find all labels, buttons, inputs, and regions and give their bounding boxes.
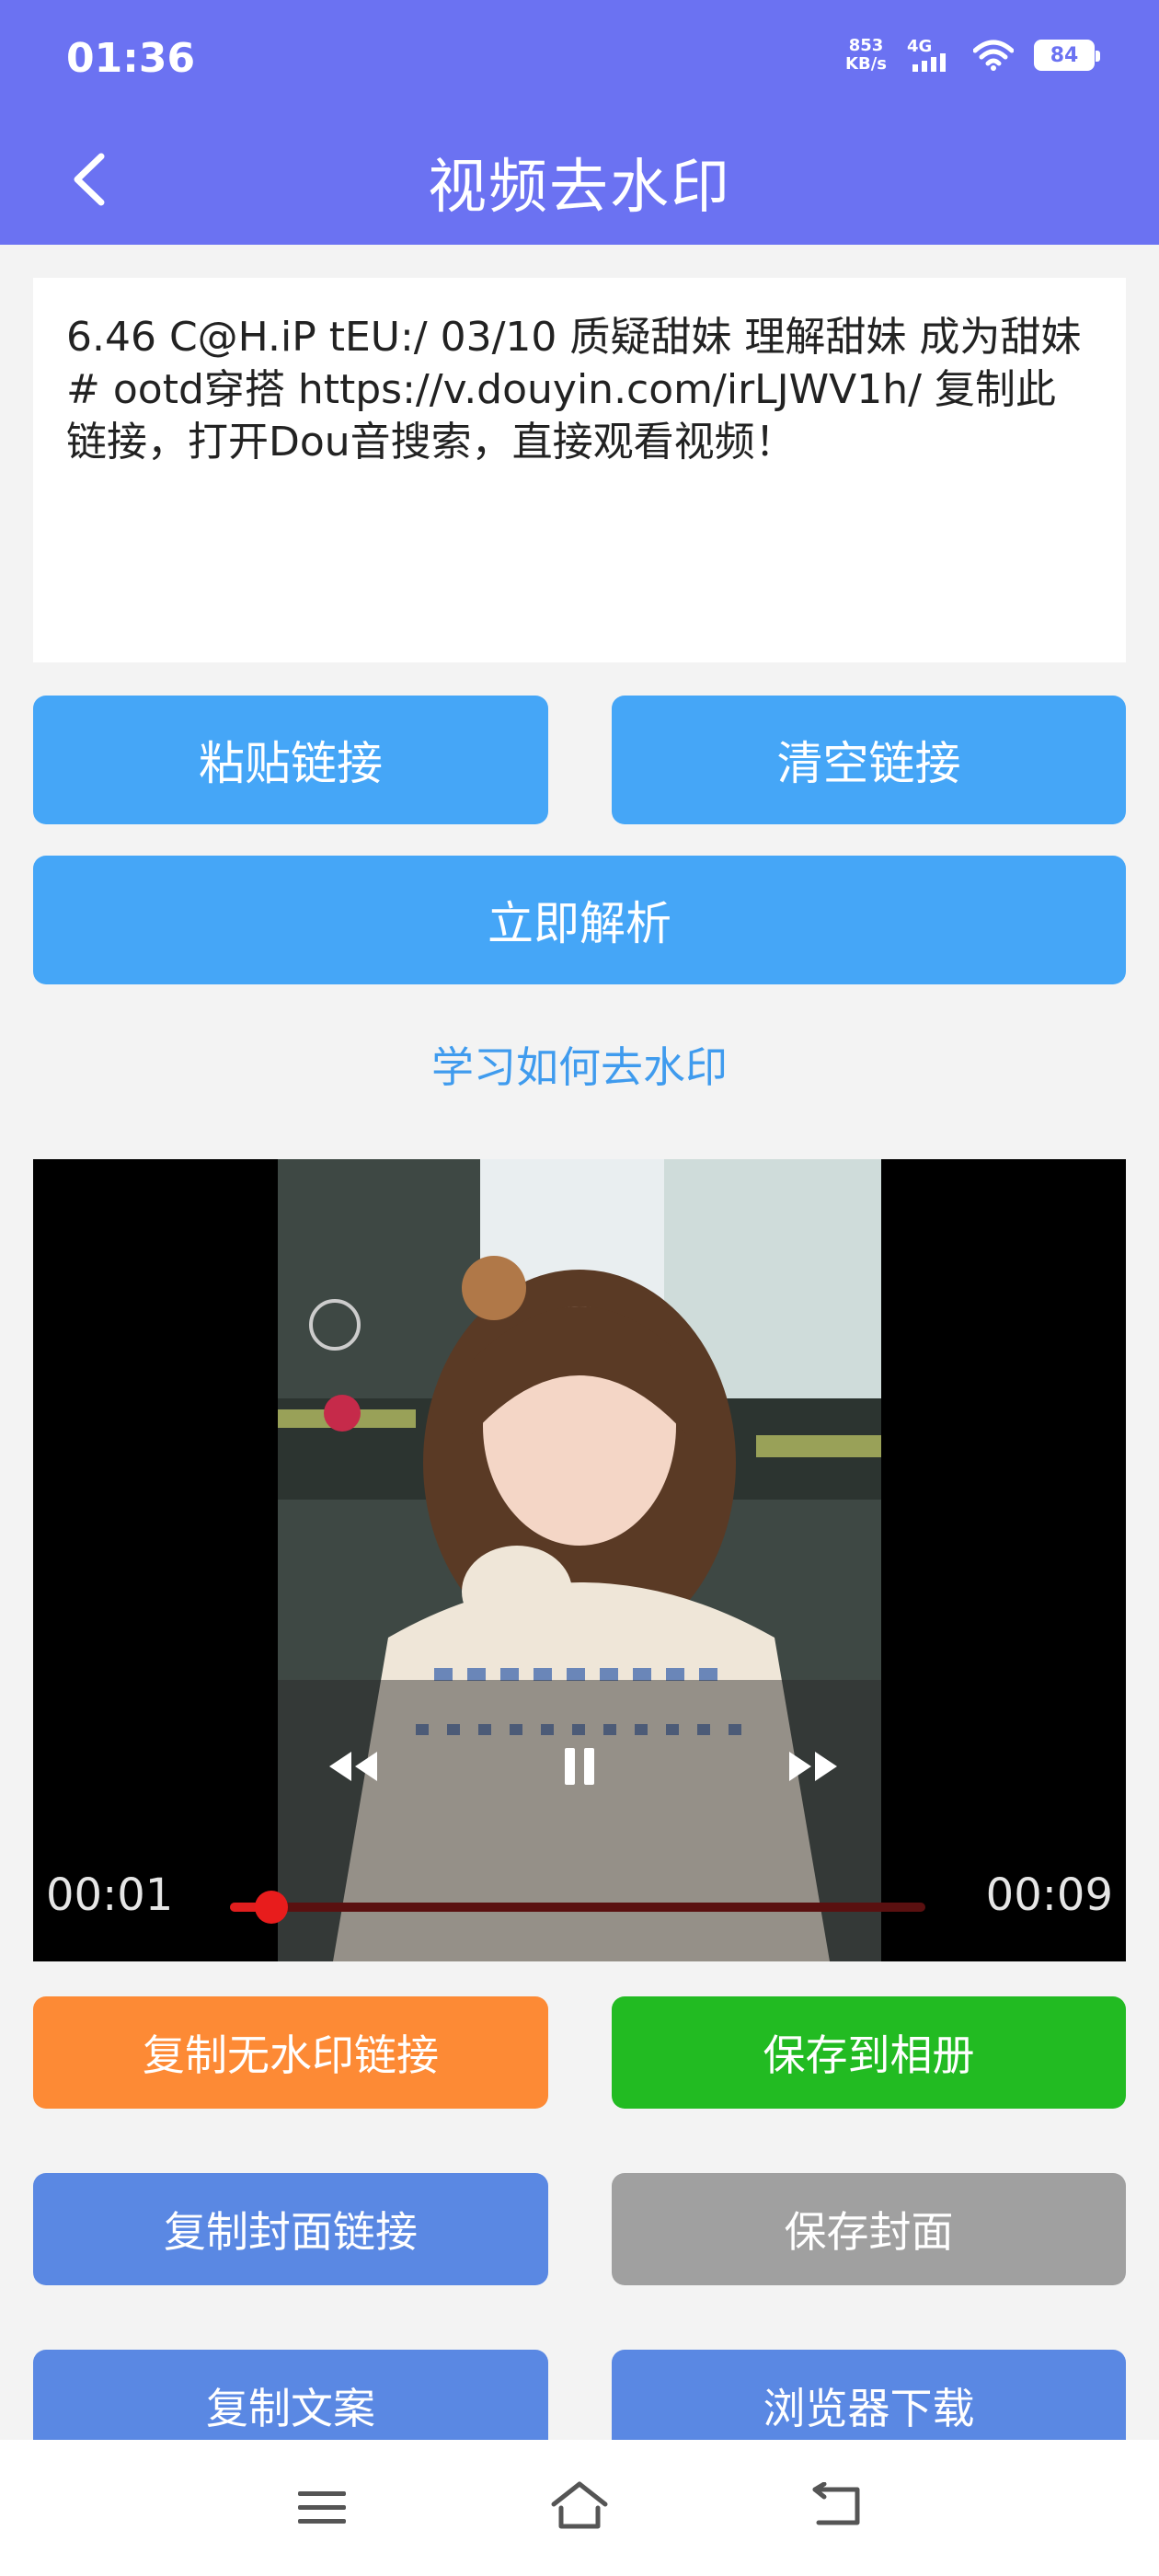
home-icon[interactable]	[548, 2480, 611, 2532]
rewind-icon[interactable]	[326, 1746, 381, 1787]
wifi-icon	[973, 40, 1014, 71]
copy-cover-link-button[interactable]: 复制封面链接	[33, 2173, 548, 2285]
video-player[interactable]: 00:01 00:09	[33, 1159, 1126, 1961]
seek-bar[interactable]	[230, 1891, 925, 1924]
current-time: 00:01	[46, 1869, 174, 1921]
status-time: 01:36	[66, 35, 196, 82]
menu-icon[interactable]	[296, 2488, 348, 2528]
parse-button[interactable]: 立即解析	[33, 856, 1126, 984]
clear-link-button[interactable]: 清空链接	[612, 696, 1126, 824]
app-bar: 01:36 853 KB/s 4G 84 视频去水印	[0, 0, 1159, 245]
back-icon[interactable]	[809, 2482, 865, 2530]
link-textarea[interactable]: 6.46 C@H.iP tEU:/ 03/10 质疑甜妹 理解甜妹 成为甜妹 #…	[33, 278, 1126, 662]
status-icons: 853 KB/s 4G 84	[845, 36, 1100, 74]
signal-icon: 4G	[907, 37, 953, 74]
net-speed: 853 KB/s	[845, 36, 887, 74]
page-title: 视频去水印	[428, 154, 731, 222]
fast-forward-icon[interactable]	[786, 1746, 841, 1787]
controls-overlay	[278, 1680, 881, 1961]
system-nav-bar	[0, 2440, 1159, 2576]
learn-link[interactable]: 学习如何去水印	[0, 1034, 1159, 1095]
save-to-album-button[interactable]: 保存到相册	[612, 1996, 1126, 2109]
battery-icon: 84	[1034, 40, 1100, 71]
copy-nowatermark-link-button[interactable]: 复制无水印链接	[33, 1996, 548, 2109]
pause-icon[interactable]	[559, 1746, 600, 1787]
save-cover-button[interactable]: 保存封面	[612, 2173, 1126, 2285]
paste-link-button[interactable]: 粘贴链接	[33, 696, 548, 824]
duration-time: 00:09	[985, 1869, 1113, 1921]
